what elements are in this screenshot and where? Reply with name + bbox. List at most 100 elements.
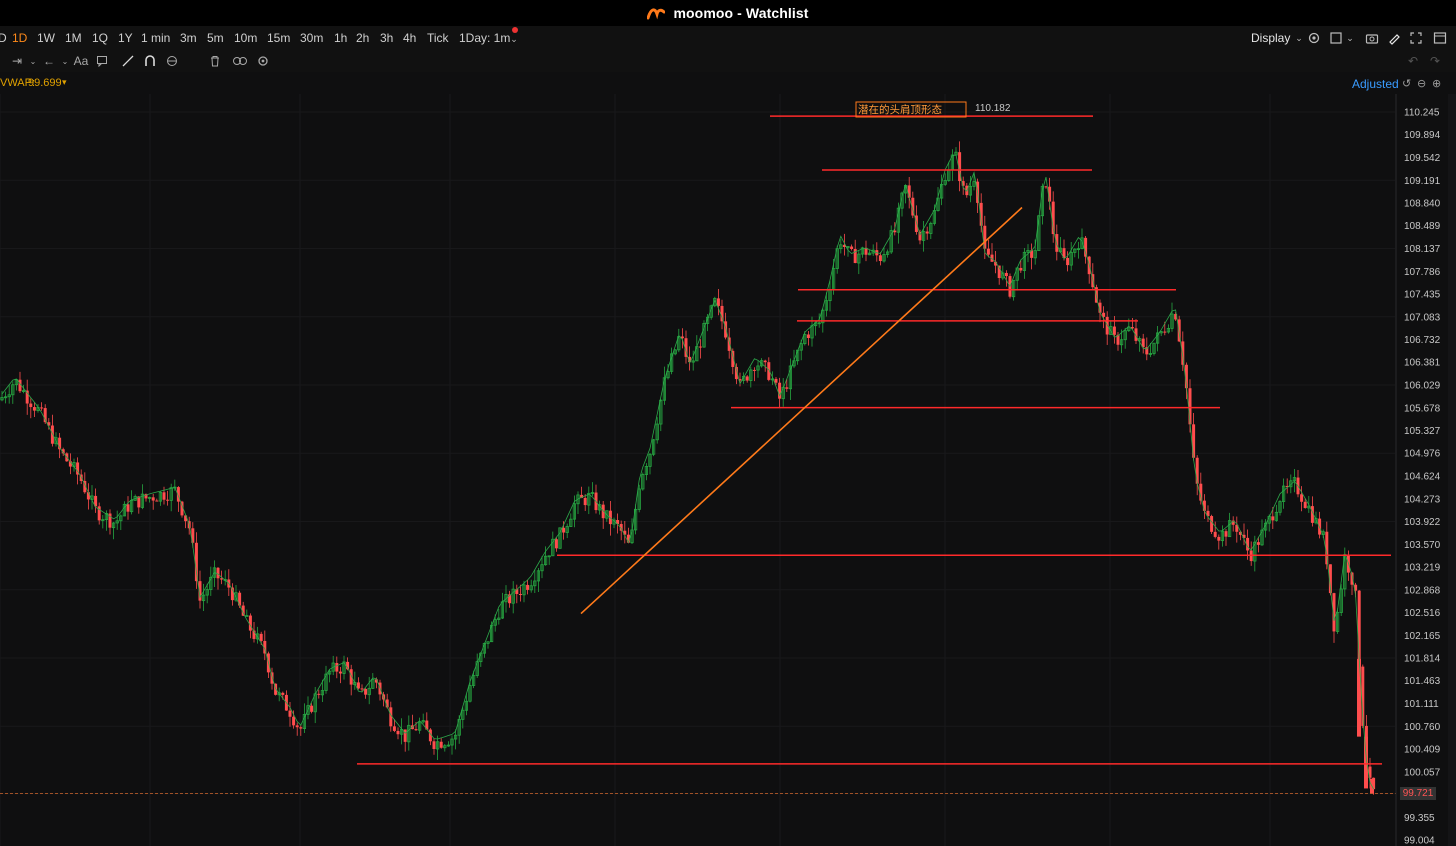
expand-icon[interactable] (1408, 30, 1424, 46)
candle-body (1357, 658, 1361, 737)
drawing-toolbar: ⇥ ⌄ ← ⌄ Aa ↶ ↷ (0, 50, 1456, 72)
candle-body (216, 567, 220, 579)
annotation-text: 潜在的头肩顶形态 (858, 103, 942, 116)
y-tick-label: 108.489 (1404, 221, 1441, 232)
chevron-down-icon[interactable]: ⌄ (506, 31, 522, 47)
price-axis: 110.245 109.894 109.542 109.191 108.840 108.4… (1395, 94, 1441, 846)
zoom-in-icon[interactable]: ⊕ (1432, 77, 1441, 90)
right-edge-strip (1448, 94, 1456, 846)
tf-10m[interactable]: 10m (234, 31, 257, 45)
window-icon[interactable] (1432, 30, 1448, 46)
tf-4h[interactable]: 4h (403, 31, 416, 45)
tf-5m[interactable]: 5m (207, 31, 224, 45)
candle-body (259, 633, 263, 641)
candle-body (583, 497, 587, 506)
zoom-out-icon[interactable]: ⊖ (1417, 77, 1426, 90)
tf-d[interactable]: D (0, 31, 7, 45)
candle-body (1303, 501, 1307, 508)
settings-icon[interactable] (254, 53, 272, 69)
tf-1d[interactable]: 1D (12, 31, 27, 45)
candle-body (1066, 257, 1070, 266)
text-icon[interactable]: Aa (72, 53, 90, 69)
link-icon[interactable] (231, 53, 249, 69)
y-tick-label: 100.057 (1404, 767, 1441, 778)
tf-30m[interactable]: 30m (300, 31, 323, 45)
tf-1min[interactable]: 1 min (141, 31, 170, 45)
y-tick-label: 100.409 (1404, 745, 1441, 756)
y-tick-label: 103.219 (1404, 563, 1441, 574)
tf-1h[interactable]: 1h (334, 31, 347, 45)
display-button[interactable]: Display (1251, 31, 1290, 45)
candle-body (248, 615, 252, 631)
y-tick-label: 110.245 (1404, 108, 1440, 119)
tf-3h[interactable]: 3h (380, 31, 393, 45)
tf-tick[interactable]: Tick (427, 31, 449, 45)
y-tick-label: 99.355 (1404, 813, 1435, 824)
candle-body (295, 725, 299, 728)
y-tick-label: 109.542 (1404, 153, 1441, 164)
y-tick-label: 105.678 (1404, 403, 1441, 414)
candle-body (1195, 457, 1199, 484)
y-tick-label: 101.814 (1404, 654, 1441, 665)
window-title: moomoo - Watchlist (673, 5, 809, 21)
candle-body (752, 369, 756, 371)
tf-15m[interactable]: 15m (267, 31, 290, 45)
candle-body (335, 663, 339, 672)
y-tick-label: 104.273 (1404, 494, 1441, 505)
high-value-label: 110.182 (975, 103, 1011, 114)
tf-1q[interactable]: 1Q (92, 31, 108, 45)
candle-body (878, 255, 882, 261)
y-tick-label: 105.327 (1404, 426, 1441, 437)
price-chart[interactable]: 110.245 109.894 109.542 109.191 108.840 108.4… (0, 94, 1456, 846)
trash-icon[interactable] (206, 53, 224, 69)
reset-icon[interactable]: ↺ (1402, 77, 1411, 90)
y-tick-label: 103.570 (1404, 540, 1441, 551)
candle-body (698, 346, 702, 348)
annotation-box[interactable]: 潜在的头肩顶形态 (855, 101, 967, 118)
tf-2h[interactable]: 2h (356, 31, 369, 45)
chevron-down-icon[interactable]: ⌄ (1291, 30, 1307, 46)
gear-icon[interactable] (1306, 30, 1322, 46)
magnet-icon[interactable] (141, 53, 159, 69)
candle-body (1004, 272, 1008, 277)
candle-body (299, 727, 303, 729)
adjusted-button[interactable]: Adjusted (1352, 77, 1399, 91)
tf-1day-1m[interactable]: 1Day: 1m (459, 31, 510, 45)
camera-icon[interactable] (1364, 30, 1380, 46)
candle-body (850, 246, 854, 250)
redo-icon[interactable]: ↷ (1426, 53, 1444, 69)
candle-body (292, 716, 296, 726)
candle-body (745, 376, 749, 381)
candle-body (763, 360, 767, 363)
y-tick-label: 108.137 (1404, 244, 1441, 255)
tf-1m[interactable]: 1M (65, 31, 82, 45)
candle-body (162, 492, 166, 500)
candle-body (126, 504, 130, 512)
horizontal-lines[interactable] (357, 115, 1391, 765)
notification-dot (512, 27, 518, 33)
y-tick-label: 107.435 (1404, 289, 1441, 300)
candle-body (40, 407, 44, 409)
comment-icon[interactable] (93, 53, 111, 69)
candle-body (439, 741, 443, 748)
candle-body (32, 407, 36, 411)
vwap-dropdown-icon[interactable]: ▾ (62, 77, 67, 88)
candle-body (396, 730, 400, 735)
line-tool-icon[interactable] (119, 53, 137, 69)
tf-1y[interactable]: 1Y (118, 31, 133, 45)
candle-body (554, 539, 558, 549)
moving-average-line (1, 154, 1374, 790)
lock-icon[interactable] (163, 53, 181, 69)
candle-body (166, 499, 170, 501)
tf-1w[interactable]: 1W (37, 31, 55, 45)
chevron-down-icon[interactable]: ⌄ (1342, 30, 1358, 46)
trend-line[interactable] (580, 206, 1023, 615)
undo-icon[interactable]: ↶ (1404, 53, 1422, 69)
pen-icon[interactable] (1386, 30, 1402, 46)
candle-body (155, 500, 159, 502)
y-tick-label: 107.083 (1404, 312, 1441, 323)
tf-3m[interactable]: 3m (180, 31, 197, 45)
candle-body (392, 726, 396, 731)
candle-body (1112, 326, 1116, 335)
candle-body (364, 688, 368, 695)
